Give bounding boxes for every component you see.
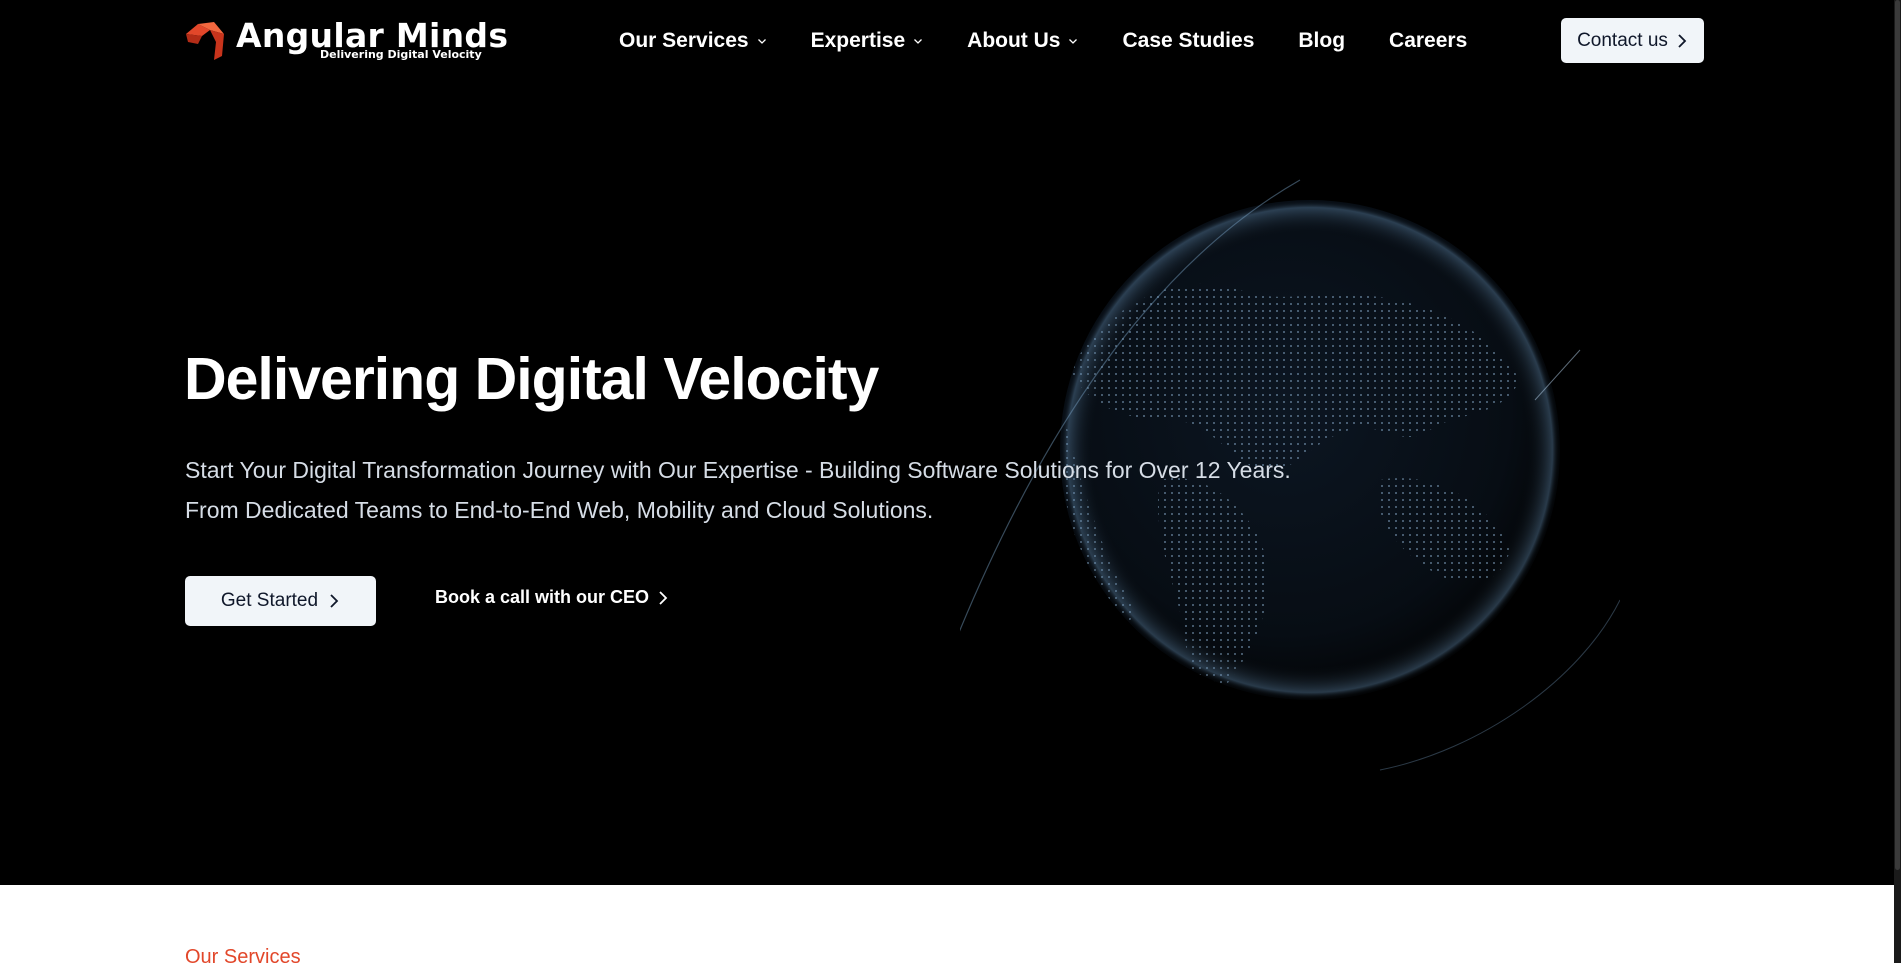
- hero-subtitle-line: Start Your Digital Transformation Journe…: [185, 457, 1291, 483]
- nav-item-label: Careers: [1389, 29, 1468, 52]
- scrollbar-thumb[interactable]: [1895, 0, 1900, 870]
- logo[interactable]: Angular Minds Delivering Digital Velocit…: [184, 16, 508, 62]
- logo-tagline: Delivering Digital Velocity: [320, 48, 482, 61]
- chevron-down-icon: [913, 36, 923, 46]
- site-header: Angular Minds Delivering Digital Velocit…: [0, 0, 1894, 84]
- hero-section: [0, 0, 1901, 885]
- get-started-label: Get Started: [220, 590, 319, 611]
- chevron-right-icon: [1676, 33, 1688, 49]
- angular-minds-logo-mark: [186, 22, 224, 60]
- nav-item-about-us[interactable]: About Us: [967, 29, 1078, 53]
- nav-item-our-services[interactable]: Our Services: [619, 29, 767, 53]
- chevron-right-icon: [657, 590, 669, 606]
- book-call-label: Book a call with our CEO: [435, 587, 650, 607]
- chevron-down-icon: [757, 36, 767, 46]
- nav-item-label: Case Studies: [1122, 29, 1255, 52]
- nav-item-label: About Us: [967, 29, 1061, 52]
- nav-item-case-studies[interactable]: Case Studies: [1122, 29, 1254, 53]
- main-nav: Our Services Expertise About Us Case Stu…: [619, 28, 1467, 54]
- contact-us-label: Contact us: [1577, 29, 1668, 51]
- hero-subtitle-line: From Dedicated Teams to End-to-End Web, …: [185, 497, 934, 523]
- nav-item-label: Blog: [1298, 29, 1346, 52]
- chevron-right-icon: [328, 593, 340, 609]
- nav-item-careers[interactable]: Careers: [1389, 29, 1467, 53]
- nav-item-label: Our Services: [619, 29, 749, 52]
- nav-item-blog[interactable]: Blog: [1298, 29, 1345, 53]
- get-started-button[interactable]: Get Started: [185, 576, 376, 626]
- chevron-down-icon: [1068, 36, 1078, 46]
- hero-title: Delivering Digital Velocity: [184, 346, 879, 412]
- book-call-ceo-link[interactable]: Book a call with our CEO: [435, 587, 669, 608]
- nav-item-label: Expertise: [810, 29, 906, 52]
- contact-us-button[interactable]: Contact us: [1561, 18, 1704, 63]
- section-label-our-services: Our Services: [185, 946, 301, 963]
- scrollbar[interactable]: [1894, 0, 1901, 963]
- hero-subtitle: Start Your Digital Transformation Journe…: [185, 450, 1291, 530]
- nav-item-expertise[interactable]: Expertise: [811, 29, 924, 53]
